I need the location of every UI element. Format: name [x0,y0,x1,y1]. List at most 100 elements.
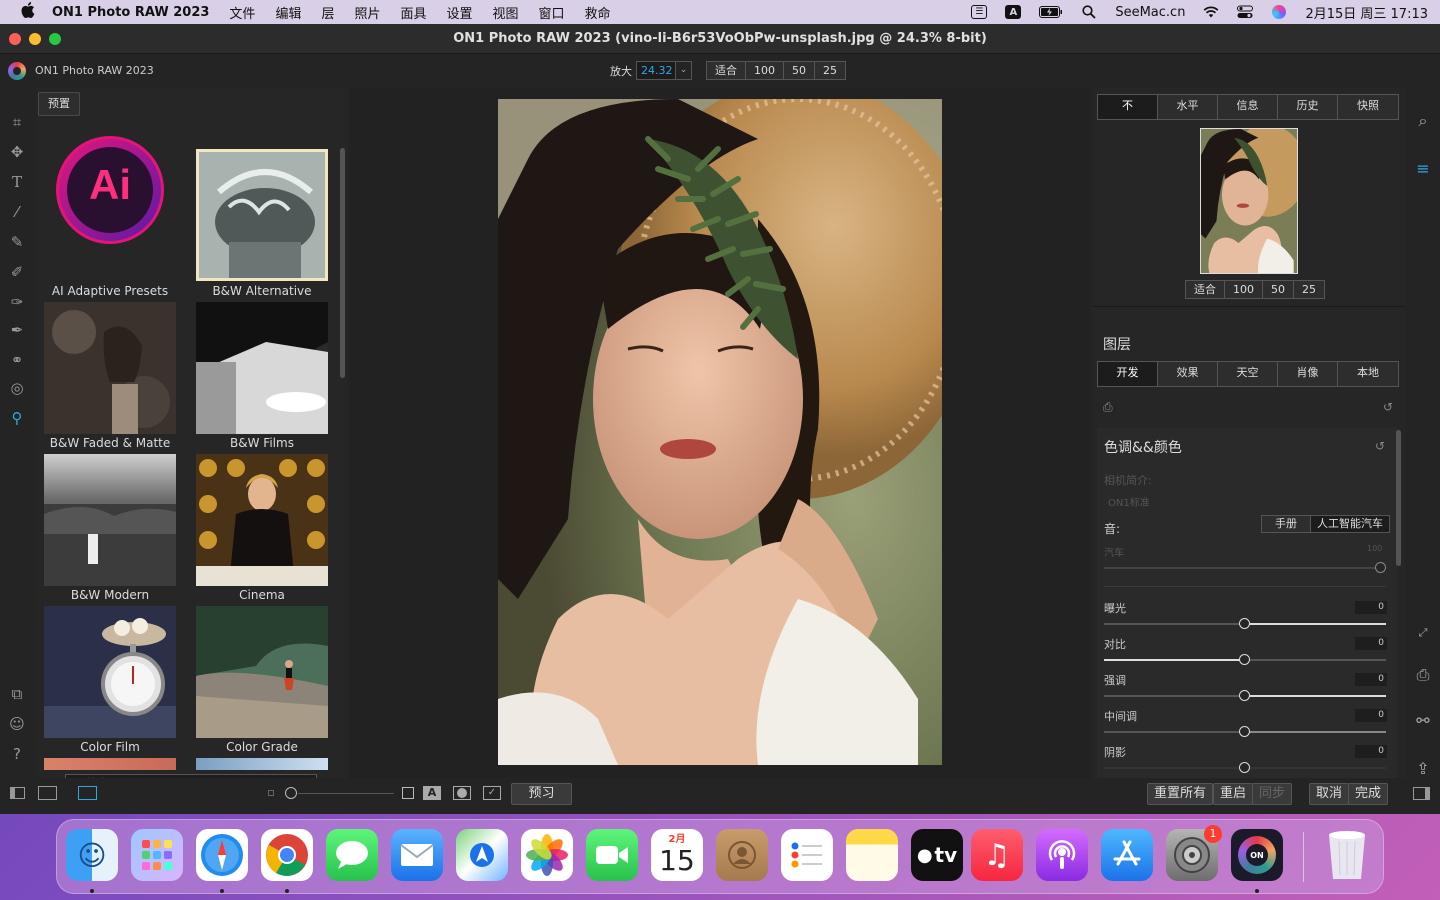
shadows-value[interactable]: 0 [1355,745,1387,758]
move-tool-icon[interactable]: ✥ [7,142,27,162]
paint-brush-icon[interactable]: ✐ [7,262,27,282]
browse-module-icon[interactable]: ⌕ [1412,110,1434,132]
preset-thumb-bw-faded-matte[interactable] [44,302,176,434]
tab-info[interactable]: 信息 [1218,95,1278,119]
menu-edit[interactable]: 编辑 [275,3,301,22]
thumb-size-slider-knob[interactable] [285,787,297,799]
screen-time-icon[interactable]: ☰ [971,5,988,19]
safari-icon[interactable] [196,829,248,881]
edit-panel-scrollbar[interactable] [1396,430,1401,566]
trash-icon[interactable] [1321,829,1373,881]
mask-view-icon[interactable] [453,786,471,800]
preset-thumb-next[interactable] [196,758,328,770]
midtones-knob[interactable] [1239,726,1250,737]
input-source-icon[interactable]: A [1005,5,1022,19]
tab-sky[interactable]: 天空 [1218,362,1278,386]
battery-icon[interactable] [1039,5,1063,19]
fingerprint-icon[interactable]: ◎ [7,378,27,398]
music-icon[interactable]: ♫ [971,829,1023,881]
zoom-window-button[interactable] [49,33,61,45]
control-center-icon[interactable] [1237,5,1254,19]
chrome-icon[interactable] [261,829,313,881]
presets-button[interactable]: 预置 [38,92,80,116]
preset-thumb-next[interactable] [44,758,176,770]
chevron-down-icon[interactable]: ⌄ [676,61,692,80]
navigator-thumbnail[interactable] [1200,128,1298,274]
facetime-icon[interactable] [586,829,638,881]
manual-mode-button[interactable]: 手册 [1261,515,1311,533]
quick-mask-icon[interactable]: ⚲ [7,408,27,428]
menu-app-name[interactable]: ON1 Photo RAW 2023 [52,5,209,20]
highlights-knob[interactable] [1239,690,1250,701]
ai-resize-icon[interactable]: ⤢ [1412,622,1434,644]
menu-settings[interactable]: 设置 [447,3,473,22]
search-icon[interactable] [1081,5,1097,19]
preset-thumb-bw-alternative[interactable] [196,149,328,281]
siri-icon[interactable] [1271,5,1287,19]
minimize-window-button[interactable] [29,33,41,45]
menu-mask[interactable]: 面具 [400,3,426,22]
presets-scrollbar[interactable] [340,148,345,378]
tab-history[interactable]: 历史 [1278,95,1338,119]
contacts-icon[interactable] [716,829,768,881]
exposure-value[interactable]: 0 [1355,601,1387,614]
exposure-knob[interactable] [1239,618,1250,629]
crop-overlay-icon[interactable] [402,787,414,799]
on1-photo-raw-icon[interactable]: ON [1231,829,1283,881]
tone-color-section-title[interactable]: 色调&&颜色 [1104,437,1182,457]
tab-develop[interactable]: 开发 [1098,362,1158,386]
launchpad-icon[interactable] [131,829,183,881]
menu-file[interactable]: 文件 [229,3,255,22]
gradient-tool-icon[interactable]: ✒ [7,320,27,340]
auto-amount-track[interactable] [1104,567,1386,569]
zoom-50-button[interactable]: 50 [784,61,815,80]
menu-layer[interactable]: 层 [321,3,334,22]
thumb-size-slider-track[interactable] [298,793,394,794]
contrast-knob[interactable] [1239,654,1250,665]
clone-tool-icon[interactable]: ⚭ [7,350,27,370]
menu-photo[interactable]: 照片 [354,3,380,22]
text-tool-icon[interactable]: T [7,172,27,192]
menu-help[interactable]: 救命 [585,3,611,22]
contrast-value[interactable]: 0 [1355,637,1387,650]
thumb-size-small-icon[interactable] [268,790,274,796]
magic-wand-icon[interactable]: ⁄ [7,202,27,222]
apple-tv-icon[interactable]: ● tv [911,829,963,881]
print-icon[interactable]: ⎙ [1412,664,1434,686]
portrait-tool-icon[interactable]: ☺ [7,714,27,734]
compare-view-icon[interactable] [38,786,57,800]
crop-tool-icon[interactable]: ⌗ [7,112,27,132]
preset-thumb-color-grade[interactable] [196,606,328,738]
sync-button[interactable]: 同步 [1252,783,1293,805]
photos-icon[interactable] [521,829,573,881]
system-preferences-icon[interactable]: 1 [1166,825,1222,881]
podcasts-icon[interactable] [1036,829,1088,881]
nav-zoom-100-button[interactable]: 100 [1225,280,1263,299]
close-window-button[interactable] [9,33,21,45]
reset-all-button[interactable]: 重置所有 [1147,783,1214,805]
soft-proof-icon[interactable]: ✓ [483,786,501,800]
tab-snapshots[interactable]: 快照 [1338,95,1398,119]
notes-icon[interactable] [846,829,898,881]
share-network-icon[interactable]: ⚯ [1412,710,1434,732]
shadows-knob[interactable] [1239,762,1250,773]
highlights-value[interactable]: 0 [1355,673,1387,686]
mail-icon[interactable] [391,829,443,881]
preset-thumb-color-film[interactable] [44,606,176,738]
menu-view[interactable]: 视图 [493,3,519,22]
auto-tone-icon[interactable]: A [423,786,441,800]
edit-module-icon[interactable]: ≡ [1412,158,1434,180]
messages-icon[interactable] [326,829,378,881]
preset-thumb-ai-adaptive[interactable]: Ai [44,124,176,256]
masking-brush-icon[interactable]: ✑ [7,292,27,312]
preset-thumb-cinema[interactable] [196,454,328,586]
calendar-icon[interactable]: 2月 15 [651,829,703,881]
wifi-icon[interactable] [1203,5,1219,19]
app-store-icon[interactable] [1101,829,1153,881]
tab-effects[interactable]: 效果 [1158,362,1218,386]
single-view-icon[interactable] [78,786,97,800]
section-reset-icon[interactable]: ↺ [1375,439,1385,453]
preview-button[interactable]: 预习 [511,783,572,805]
tab-local[interactable]: 本地 [1338,362,1398,386]
zoom-25-button[interactable]: 25 [815,61,846,80]
